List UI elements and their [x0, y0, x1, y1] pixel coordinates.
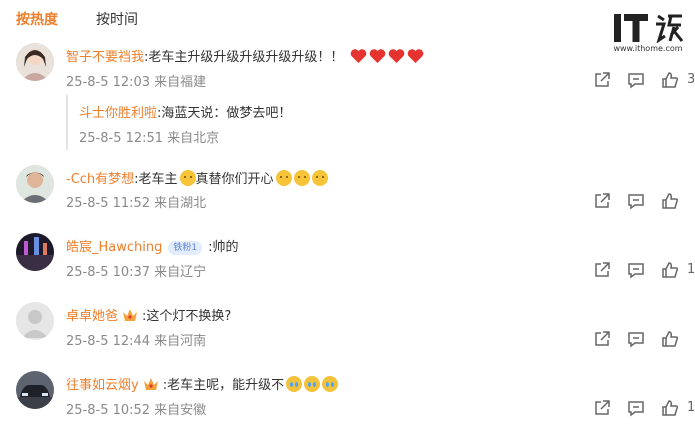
share-icon[interactable] — [593, 71, 611, 89]
username[interactable]: 往事如云烟y — [66, 378, 139, 393]
share-icon[interactable] — [593, 192, 611, 210]
ithome-logo: www.ithome.com — [612, 13, 684, 57]
like-icon[interactable] — [661, 399, 679, 417]
smile-emoji-icon — [179, 170, 196, 186]
smile-emoji-icon — [311, 170, 328, 186]
avatar[interactable] — [16, 371, 54, 409]
avatar[interactable] — [16, 302, 54, 340]
comment-text: :这个灯不换换? — [142, 309, 232, 324]
reply-meta: 25-8-5 12:51 来自北京 — [79, 127, 219, 146]
comment-reply-icon[interactable] — [627, 71, 645, 89]
comment-reply-icon[interactable] — [627, 261, 645, 279]
like-icon[interactable] — [661, 71, 679, 89]
like-icon[interactable] — [661, 192, 679, 210]
username[interactable]: 皓宸_Hawching — [66, 240, 162, 255]
logo-mark — [614, 14, 684, 43]
like-icon[interactable] — [661, 330, 679, 348]
comment-location: 来自福建 — [154, 75, 207, 90]
comment-reply-icon[interactable] — [627, 330, 645, 348]
comment-reply-icon[interactable] — [627, 192, 645, 210]
avatar[interactable] — [16, 233, 54, 271]
comment-actions — [555, 330, 695, 348]
reply-line: 斗士你胜利啦:海蓝天说：做梦去吧！ — [79, 102, 291, 121]
fan-badge: 铁粉1 — [168, 241, 203, 255]
crying-emoji-icon — [322, 376, 339, 392]
comment-meta: 25-8-5 11:52 来自湖北 — [66, 192, 206, 211]
like-count: 3 — [687, 72, 695, 87]
comment-meta: 25-8-5 12:03 来自福建 — [66, 71, 206, 90]
crown-badge-icon — [123, 309, 138, 321]
avatar[interactable] — [16, 165, 54, 203]
comment-actions — [555, 192, 695, 210]
reply-location: 来自北京 — [167, 131, 220, 146]
reply-username[interactable]: 斗士你胜利啦 — [79, 106, 157, 121]
comment-time: 25-8-5 10:37 — [66, 265, 151, 280]
comment-reply-icon[interactable] — [627, 399, 645, 417]
comment-text: :老车主 — [134, 172, 178, 187]
like-count: 1 — [687, 400, 695, 415]
username[interactable]: 智子不要裆我 — [66, 50, 144, 65]
smile-emoji-icon — [293, 170, 310, 186]
crying-emoji-icon — [286, 376, 303, 392]
heart-emoji-icon — [388, 49, 404, 63]
comment-meta: 25-8-5 12:44 来自河南 — [66, 330, 206, 349]
like-icon[interactable] — [661, 261, 679, 279]
tab-hot[interactable]: 按热度 — [16, 9, 58, 29]
share-icon[interactable] — [593, 399, 611, 417]
heart-emoji-icon — [369, 49, 385, 63]
avatar[interactable] — [16, 43, 54, 81]
crying-emoji-icon — [304, 376, 321, 392]
comment-meta: 25-8-5 10:37 来自辽宁 — [66, 261, 206, 280]
comment-text: :老车主升级升级升级升级升级！！ — [144, 50, 344, 65]
username[interactable]: 卓卓她爸 — [66, 309, 118, 324]
share-icon[interactable] — [593, 330, 611, 348]
comment-time: 25-8-5 12:44 — [66, 334, 151, 349]
comment-text: :帅的 — [208, 240, 239, 255]
logo-url: www.ithome.com — [613, 44, 683, 53]
comment-text: 真替你们开心 — [195, 172, 274, 187]
comment-time: 25-8-5 11:52 — [66, 196, 151, 211]
comment-meta: 25-8-5 10:52 来自安徽 — [66, 399, 206, 418]
comment-location: 来自河南 — [154, 334, 207, 349]
heart-emoji-icon — [350, 49, 366, 63]
like-count: 1 — [687, 262, 695, 277]
comment-location: 来自辽宁 — [154, 265, 207, 280]
comment-actions: 1 — [555, 399, 695, 417]
comment-line: 卓卓她爸 :这个灯不换换? — [66, 305, 231, 325]
reply-item: 斗士你胜利啦:海蓝天说：做梦去吧！ 25-8-5 12:51 来自北京 — [66, 95, 628, 150]
share-icon[interactable] — [593, 261, 611, 279]
heart-emoji-icon — [407, 49, 423, 63]
comment-actions: 3 — [555, 71, 695, 89]
comment-location: 来自湖北 — [154, 196, 207, 211]
comment-line: 智子不要裆我:老车主升级升级升级升级升级！！ — [66, 46, 424, 66]
reply-time: 25-8-5 12:51 — [79, 131, 164, 146]
comment-line: 往事如云烟y :老车主呢，能升级不 — [66, 374, 339, 394]
comment-line: -Cch有梦想:老车主 真替你们开心 — [66, 168, 328, 188]
tab-time[interactable]: 按时间 — [96, 9, 138, 29]
smile-emoji-icon — [275, 170, 292, 186]
crown-badge-icon — [143, 378, 158, 390]
username[interactable]: -Cch有梦想 — [66, 172, 134, 187]
comment-line: 皓宸_Hawching 铁粉1 :帅的 — [66, 236, 239, 256]
comment-text: :老车主呢，能升级不 — [162, 378, 285, 393]
comment-actions: 1 — [555, 261, 695, 279]
comment-location: 来自安徽 — [154, 403, 207, 418]
comment-time: 25-8-5 10:52 — [66, 403, 151, 418]
reply-text: :海蓝天说：做梦去吧！ — [157, 106, 292, 121]
comment-time: 25-8-5 12:03 — [66, 75, 151, 90]
